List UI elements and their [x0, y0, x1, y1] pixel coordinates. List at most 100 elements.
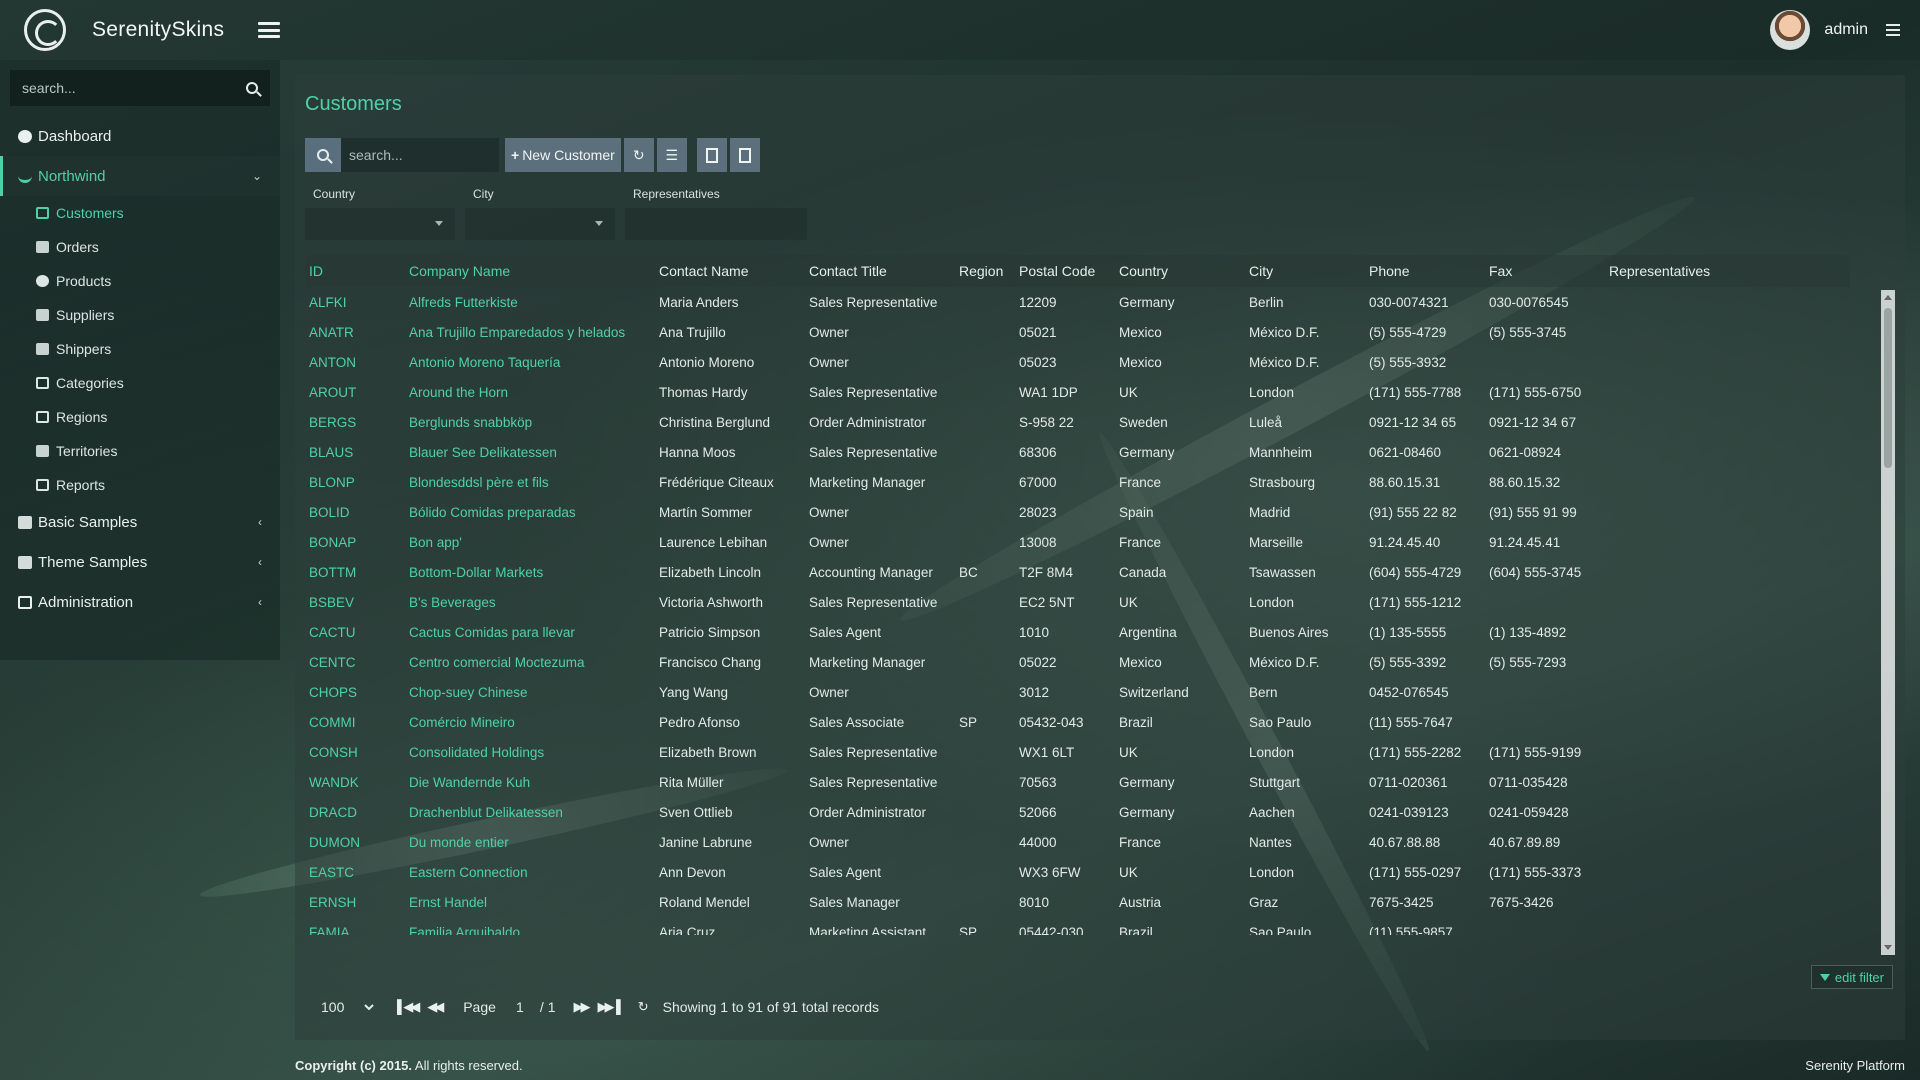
col-id-cell[interactable]: COMMI — [305, 715, 405, 730]
col-company-name-cell[interactable]: Drachenblut Delikatessen — [405, 805, 655, 820]
col-id-cell[interactable]: BONAP — [305, 535, 405, 550]
city-select[interactable] — [465, 208, 615, 240]
table-row[interactable]: EASTC Eastern Connection Ann Devon Sales Ag… — [305, 857, 1850, 887]
col-id-cell[interactable]: CONSH — [305, 745, 405, 760]
table-row[interactable]: BERGS Berglunds snabbköp Christina Berglun… — [305, 407, 1850, 437]
col-id-cell[interactable]: CHOPS — [305, 685, 405, 700]
col-company-name-cell[interactable]: Bon app' — [405, 535, 655, 550]
table-row[interactable]: AROUT Around the Horn Thomas Hardy Sales Re… — [305, 377, 1850, 407]
user-avatar[interactable] — [1770, 10, 1811, 50]
col-id-cell[interactable]: ERNSH — [305, 895, 405, 910]
table-row[interactable]: CENTC Centro comercial Moctezuma Francisco… — [305, 647, 1850, 677]
table-row[interactable]: BLAUS Blauer See Delikatessen Hanna Moos Sa… — [305, 437, 1850, 467]
table-row[interactable]: BOLID Bólido Comidas preparadas Martín Som… — [305, 497, 1850, 527]
col-id-cell[interactable]: ALFKI — [305, 295, 405, 310]
col-company-name-cell[interactable]: Ernst Handel — [405, 895, 655, 910]
sidebar-item-products[interactable]: Products — [0, 264, 280, 298]
next-page-icon[interactable]: ▶▶ — [574, 999, 591, 1015]
last-page-icon[interactable]: ▶▶▐ — [598, 999, 621, 1015]
quick-search-input[interactable] — [341, 138, 499, 172]
sidebar-item-orders[interactable]: Orders — [0, 230, 280, 264]
col-city-header[interactable]: City — [1245, 263, 1365, 279]
col-company-name-cell[interactable]: Bólido Comidas preparadas — [405, 505, 655, 520]
col-id-cell[interactable]: ANATR — [305, 325, 405, 340]
page-size-select[interactable]: 100 — [317, 998, 377, 1016]
col-id-cell[interactable]: BERGS — [305, 415, 405, 430]
grid-scrollbar[interactable] — [1881, 290, 1895, 955]
table-row[interactable]: BOTTM Bottom-Dollar Markets Elizabeth Linc… — [305, 557, 1850, 587]
sidebar-item-categories[interactable]: Categories — [0, 366, 280, 400]
grid-body[interactable]: ALFKI Alfreds Futterkiste Maria Anders Sale… — [305, 287, 1850, 936]
representatives-select[interactable] — [625, 208, 807, 240]
col-company-name-cell[interactable]: B's Beverages — [405, 595, 655, 610]
brand-name[interactable]: SerenitySkins — [92, 18, 254, 42]
scroll-up-icon[interactable] — [1884, 295, 1892, 300]
scroll-down-icon[interactable] — [1884, 945, 1892, 950]
quick-search-button[interactable] — [305, 138, 341, 172]
col-id-cell[interactable]: EASTC — [305, 865, 405, 880]
pdf-export-button[interactable] — [729, 138, 760, 172]
serenity-logo-icon[interactable] — [24, 9, 66, 51]
col-company-name-cell[interactable]: Antonio Moreno Taquería — [405, 355, 655, 370]
sidebar-item-customers[interactable]: Customers — [0, 196, 280, 230]
col-company-name-cell[interactable]: Comércio Mineiro — [405, 715, 655, 730]
col-id-cell[interactable]: BSBEV — [305, 595, 405, 610]
table-row[interactable]: DRACD Drachenblut Delikatessen Sven Ottlie… — [305, 797, 1850, 827]
country-select[interactable] — [305, 208, 455, 240]
new-customer-button[interactable]: + New Customer — [505, 138, 621, 172]
col-company-name-cell[interactable]: Berglunds snabbköp — [405, 415, 655, 430]
col-phone-header[interactable]: Phone — [1365, 263, 1485, 279]
col-contact-name-header[interactable]: Contact Name — [655, 263, 805, 279]
table-row[interactable]: CONSH Consolidated Holdings Elizabeth Brow… — [305, 737, 1850, 767]
table-row[interactable]: ANATR Ana Trujillo Emparedados y helados A… — [305, 317, 1850, 347]
col-id-cell[interactable]: AROUT — [305, 385, 405, 400]
table-row[interactable]: BLONP Blondesddsl père et fils Frédérique … — [305, 467, 1850, 497]
col-company-name-cell[interactable]: Cactus Comidas para llevar — [405, 625, 655, 640]
col-company-name-cell[interactable]: Bottom-Dollar Markets — [405, 565, 655, 580]
col-id-cell[interactable]: BOTTM — [305, 565, 405, 580]
sidebar-item-regions[interactable]: Regions — [0, 400, 280, 434]
col-id-cell[interactable]: BLAUS — [305, 445, 405, 460]
table-row[interactable]: FAMIA Familia Arquibaldo Aria Cruz Marketin… — [305, 917, 1850, 936]
col-company-name-cell[interactable]: Chop-suey Chinese — [405, 685, 655, 700]
col-id-cell[interactable]: BOLID — [305, 505, 405, 520]
col-id-cell[interactable]: CACTU — [305, 625, 405, 640]
column-picker-button[interactable]: ☰ — [656, 138, 687, 172]
col-country-header[interactable]: Country — [1115, 263, 1245, 279]
col-company-name-cell[interactable]: Alfreds Futterkiste — [405, 295, 655, 310]
col-id-cell[interactable]: CENTC — [305, 655, 405, 670]
col-company-name-cell[interactable]: Du monde entier — [405, 835, 655, 850]
table-row[interactable]: BONAP Bon app' Laurence Lebihan Owner 13008 F… — [305, 527, 1850, 557]
scroll-thumb[interactable] — [1884, 308, 1892, 468]
sidebar-item-basic-samples[interactable]: Basic Samples ‹ — [0, 502, 280, 542]
col-company-name-cell[interactable]: Blauer See Delikatessen — [405, 445, 655, 460]
col-company-name-cell[interactable]: Around the Horn — [405, 385, 655, 400]
col-contact-title-header[interactable]: Contact Title — [805, 263, 955, 279]
refresh-button[interactable]: ↻ — [623, 138, 654, 172]
col-id-cell[interactable]: BLONP — [305, 475, 405, 490]
col-id-cell[interactable]: DRACD — [305, 805, 405, 820]
table-row[interactable]: WANDK Die Wandernde Kuh Rita Müller Sales R… — [305, 767, 1850, 797]
table-row[interactable]: DUMON Du monde entier Janine Labrune Owner 4… — [305, 827, 1850, 857]
col-id-cell[interactable]: WANDK — [305, 775, 405, 790]
menu-toggle-icon[interactable] — [258, 22, 280, 38]
col-company-name-header[interactable]: Company Name — [405, 263, 655, 279]
col-fax-header[interactable]: Fax — [1485, 263, 1605, 279]
sidebar-item-administration[interactable]: Administration ‹ — [0, 582, 280, 622]
col-id-header[interactable]: ID — [305, 263, 405, 279]
sidebar-item-suppliers[interactable]: Suppliers — [0, 298, 280, 332]
sidebar-item-dashboard[interactable]: Dashboard — [0, 116, 280, 156]
table-row[interactable]: BSBEV B's Beverages Victoria Ashworth Sales… — [305, 587, 1850, 617]
sidebar-item-northwind[interactable]: Northwind ⌄ — [0, 156, 280, 196]
col-region-header[interactable]: Region — [955, 263, 1015, 279]
previous-page-icon[interactable]: ◀◀ — [427, 999, 444, 1015]
settings-sliders-icon[interactable] — [1886, 24, 1900, 36]
col-company-name-cell[interactable]: Eastern Connection — [405, 865, 655, 880]
table-row[interactable]: COMMI Comércio Mineiro Pedro Afonso Sales A… — [305, 707, 1850, 737]
table-row[interactable]: CACTU Cactus Comidas para llevar Patricio … — [305, 617, 1850, 647]
reload-icon[interactable]: ↻ — [638, 999, 649, 1015]
col-company-name-cell[interactable]: Ana Trujillo Emparedados y helados — [405, 325, 655, 340]
table-row[interactable]: CHOPS Chop-suey Chinese Yang Wang Owner 3012… — [305, 677, 1850, 707]
table-row[interactable]: ANTON Antonio Moreno Taquería Antonio More… — [305, 347, 1850, 377]
user-name[interactable]: admin — [1824, 21, 1868, 39]
